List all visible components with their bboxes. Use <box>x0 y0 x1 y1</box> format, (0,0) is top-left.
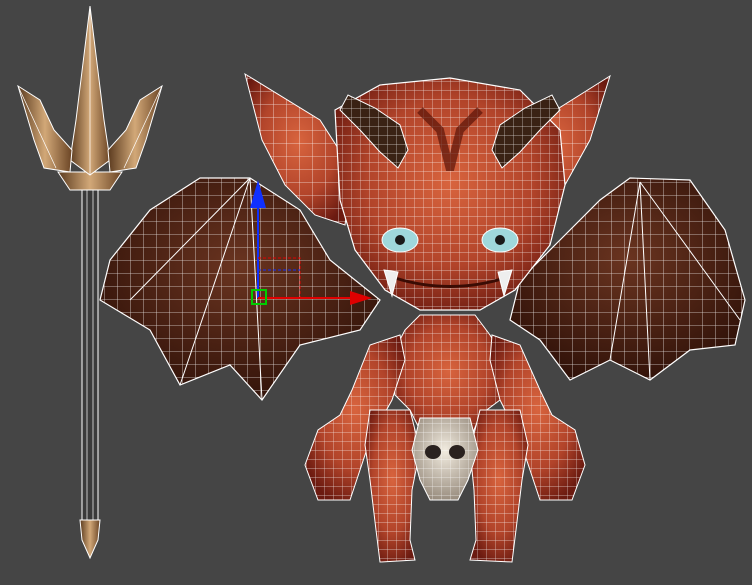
trident-shaft <box>81 189 99 521</box>
3d-viewport[interactable] <box>0 0 752 585</box>
viewport-canvas[interactable] <box>0 0 752 585</box>
